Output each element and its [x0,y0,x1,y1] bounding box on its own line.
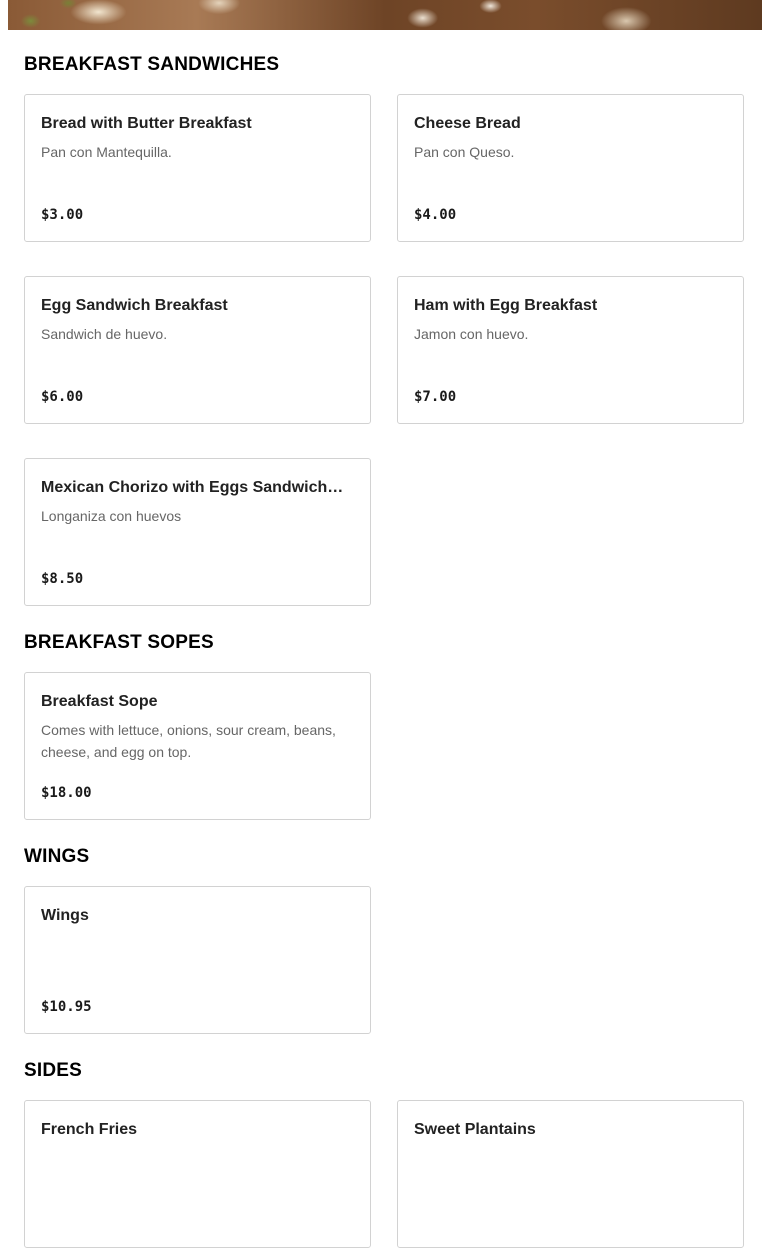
menu-item-name: Breakfast Sope [41,693,158,710]
menu-item-name: Mexican Chorizo with Eggs Sandwich… [41,479,344,496]
menu-item-description: Longaniza con huevos [41,508,182,524]
section-title-breakfast-sandwiches: BREAKFAST SANDWICHES [24,54,280,75]
menu-item-price: $18.00 [41,785,92,801]
menu-item-name: Sweet Plantains [414,1121,536,1138]
menu-item-price: $4.00 [414,207,457,223]
menu-item-card[interactable]: Cheese Bread Pan con Queso. $4.00 [397,94,744,242]
section-title-breakfast-sopes: BREAKFAST SOPES [24,632,214,653]
menu-item-price: $7.00 [414,389,457,405]
menu-item-card[interactable]: French Fries [24,1100,371,1248]
menu-item-card[interactable]: Ham with Egg Breakfast Jamon con huevo. … [397,276,744,424]
menu-item-card[interactable]: Egg Sandwich Breakfast Sandwich de huevo… [24,276,371,424]
menu-item-price: $6.00 [41,389,84,405]
menu-item-price: $8.50 [41,571,84,587]
menu-item-price: $10.95 [41,999,92,1015]
menu-item-description: Pan con Queso. [414,144,515,160]
menu-item-description: Pan con Mantequilla. [41,144,172,160]
menu-item-description: Sandwich de huevo. [41,326,168,342]
menu-item-card[interactable]: Sweet Plantains [397,1100,744,1248]
menu-item-card[interactable]: Bread with Butter Breakfast Pan con Mant… [24,94,371,242]
menu-item-name: Egg Sandwich Breakfast [41,297,228,314]
menu-item-name: Bread with Butter Breakfast [41,115,252,132]
menu-item-card[interactable]: Mexican Chorizo with Eggs Sandwich… Long… [24,458,371,606]
menu-item-price: $3.00 [41,207,84,223]
menu-item-name: Wings [41,907,89,924]
menu-item-name: Ham with Egg Breakfast [414,297,598,314]
menu-item-description: Comes with lettuce, onions, sour cream, … [41,722,336,760]
section-title-wings: WINGS [24,846,90,867]
menu-item-name: French Fries [41,1121,138,1138]
menu-item-description: Jamon con huevo. [414,326,529,342]
section-title-sides: SIDES [24,1060,83,1081]
menu-item-card[interactable]: Wings $10.95 [24,886,371,1034]
hero-food-image [8,0,762,30]
menu-item-name: Cheese Bread [414,115,521,132]
menu-item-card[interactable]: Breakfast Sope Comes with lettuce, onion… [24,672,371,820]
